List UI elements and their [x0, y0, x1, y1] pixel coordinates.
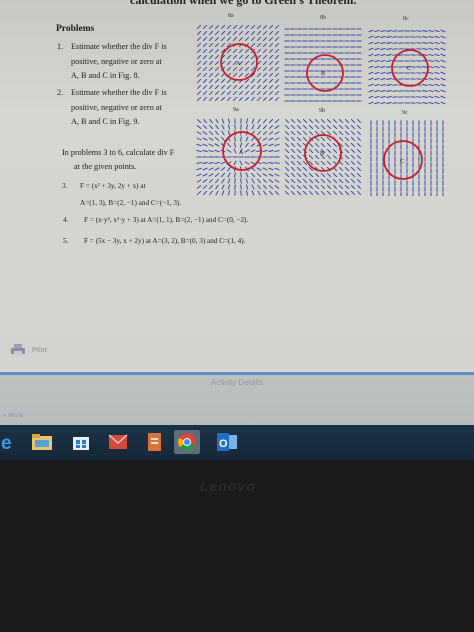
- point-label: C: [407, 66, 411, 72]
- laptop-screen: calculation when we go to Green's Theore…: [0, 0, 474, 425]
- more-link[interactable]: « More: [3, 412, 23, 419]
- printer-icon: [11, 344, 25, 356]
- svg-text:e: e: [1, 433, 12, 452]
- section-divider: [0, 372, 474, 375]
- svg-text:O: O: [219, 438, 228, 450]
- print-label: Print: [32, 346, 47, 354]
- activity-details-link[interactable]: Activity Details: [0, 378, 474, 387]
- point-label: B: [321, 71, 325, 77]
- mail-icon[interactable]: [106, 430, 130, 454]
- print-link[interactable]: Print: [10, 344, 46, 356]
- laptop-brand-logo: Lenovo: [200, 478, 256, 494]
- chrome-icon[interactable]: [174, 430, 200, 454]
- point-label: C: [400, 159, 404, 165]
- document-page: calculation when we go to Green's Theore…: [0, 0, 474, 372]
- windows-taskbar: e O: [0, 425, 474, 460]
- point-markers: A B C A B C: [220, 43, 429, 180]
- point-label: A: [239, 150, 244, 156]
- point-label: A: [236, 61, 241, 67]
- point-label: B: [320, 151, 324, 157]
- outlook-icon[interactable]: O: [215, 430, 239, 454]
- internet-explorer-icon[interactable]: e: [0, 430, 20, 454]
- document-icon[interactable]: [143, 430, 167, 454]
- file-explorer-icon[interactable]: [30, 430, 54, 454]
- store-icon[interactable]: [69, 430, 93, 454]
